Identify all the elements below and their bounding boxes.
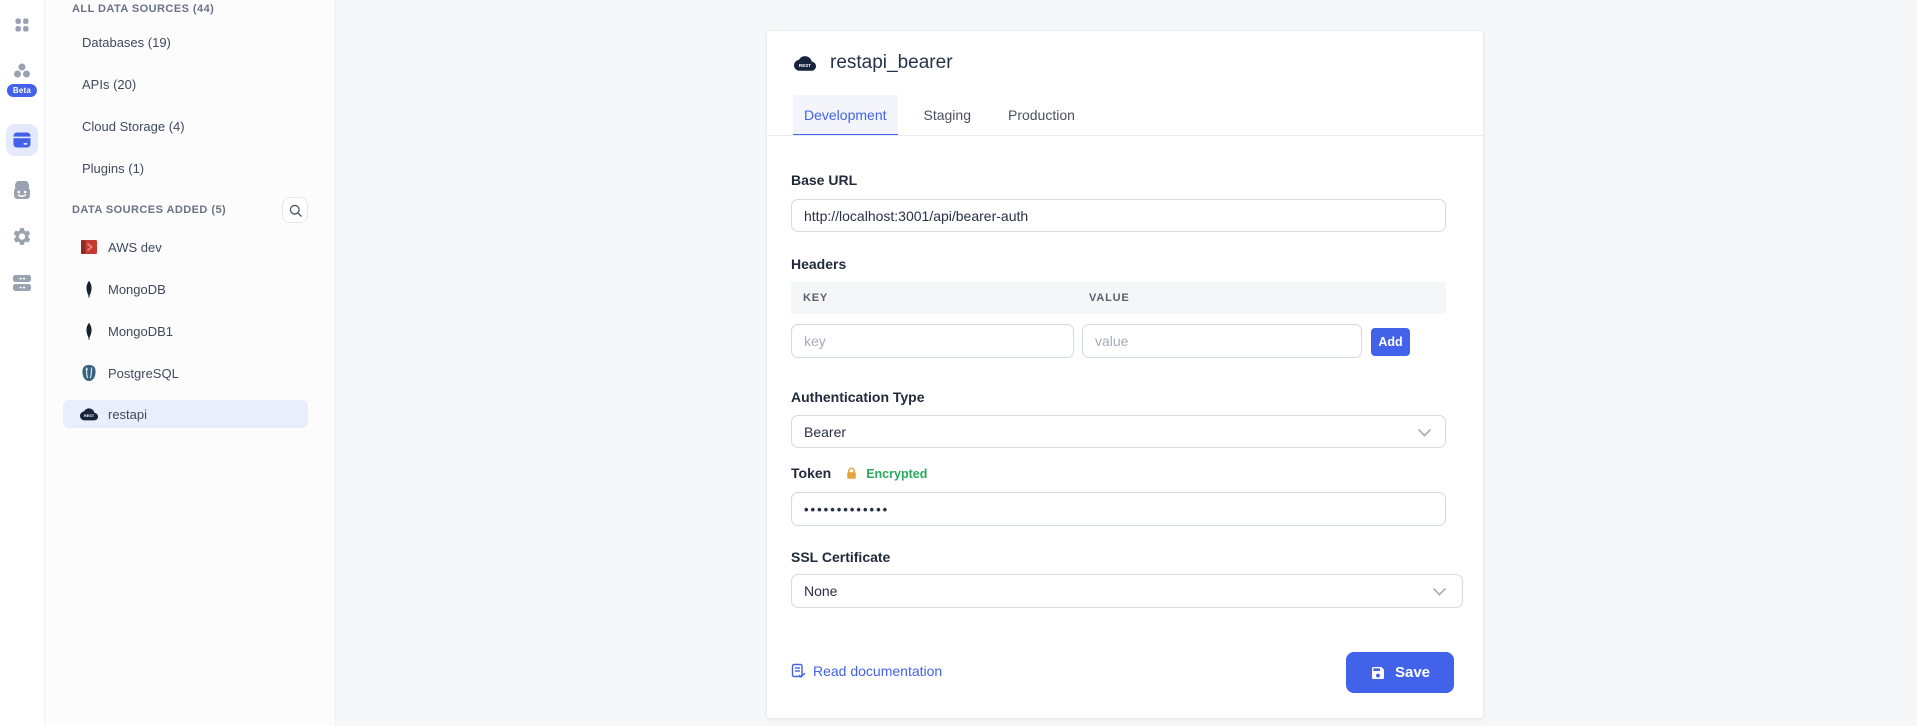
auth-type-label: Authentication Type	[791, 389, 925, 406]
chevron-down-icon	[1418, 424, 1431, 440]
datasource-label: MongoDB	[108, 282, 166, 297]
ssl-certificate-select[interactable]: None	[791, 574, 1463, 608]
mongodb-icon	[80, 280, 98, 298]
data-sources-added-header: DATA SOURCES ADDED (5)	[72, 203, 226, 217]
datasource-label: PostgreSQL	[108, 366, 179, 381]
headers-table-head: KEY VALUE	[791, 282, 1446, 314]
lock-icon	[845, 467, 858, 480]
datasource-item-postgresql[interactable]: PostgreSQL	[63, 359, 308, 387]
tabs-divider	[767, 135, 1483, 136]
datasource-label: AWS dev	[108, 240, 162, 255]
svg-text:REST: REST	[84, 414, 95, 418]
read-documentation-link[interactable]: Read documentation	[791, 663, 942, 679]
datasource-item-aws-dev[interactable]: AWS dev	[63, 233, 308, 261]
value-column-header: VALUE	[1089, 292, 1129, 304]
mongodb-icon	[80, 322, 98, 340]
encrypted-badge: Encrypted	[866, 467, 927, 481]
headers-label: Headers	[791, 256, 846, 273]
auth-type-value: Bearer	[804, 424, 846, 440]
auth-type-select[interactable]: Bearer	[791, 415, 1446, 448]
datasource-item-restapi[interactable]: REST restapi	[63, 400, 308, 428]
tab-development[interactable]: Development	[793, 95, 898, 136]
datasource-label: restapi	[108, 407, 147, 422]
datasource-item-mongodb[interactable]: MongoDB	[63, 275, 308, 303]
header-key-input[interactable]	[791, 324, 1074, 358]
card-header: REST restapi_bearer	[794, 50, 953, 76]
base-url-label: Base URL	[791, 172, 857, 189]
tab-staging[interactable]: Staging	[913, 95, 982, 136]
ssl-certificate-value: None	[804, 583, 837, 599]
add-header-button[interactable]: Add	[1371, 328, 1410, 356]
tab-production[interactable]: Production	[997, 95, 1086, 136]
settings-gear-icon[interactable]	[12, 226, 33, 247]
apps-grid-icon[interactable]	[14, 17, 30, 33]
sidebar-item-cloud-storage[interactable]: Cloud Storage (4)	[82, 117, 185, 137]
sidebar-item-plugins[interactable]: Plugins (1)	[82, 159, 144, 179]
datasource-label: MongoDB1	[108, 324, 173, 339]
sidebar-item-apis[interactable]: APIs (20)	[82, 75, 136, 95]
datasource-wallet-icon	[13, 132, 31, 148]
support-robot-icon[interactable]	[12, 181, 33, 200]
token-input[interactable]	[791, 492, 1446, 526]
header-value-input[interactable]	[1082, 324, 1362, 358]
datasource-config-card: REST restapi_bearer Development Staging …	[766, 30, 1484, 719]
icon-rail: Beta	[0, 0, 45, 726]
page-title: restapi_bearer	[830, 52, 953, 74]
base-url-input[interactable]	[791, 199, 1446, 232]
postgresql-icon	[80, 364, 98, 382]
save-button-label: Save	[1395, 664, 1430, 681]
document-check-icon	[791, 663, 806, 679]
datasources-sidebar: ALL DATA SOURCES (44) Databases (19) API…	[45, 0, 336, 726]
rest-cloud-icon: REST	[794, 55, 816, 71]
save-button[interactable]: Save	[1346, 652, 1454, 693]
environment-tabs: Development Staging Production	[793, 95, 1101, 136]
ssl-certificate-label: SSL Certificate	[791, 549, 890, 566]
token-label: Token	[791, 465, 831, 482]
rest-cloud-icon: REST	[80, 405, 98, 423]
data-server-icon[interactable]	[12, 273, 33, 293]
doc-link-label: Read documentation	[813, 663, 942, 679]
search-icon	[288, 203, 303, 218]
aws-icon	[80, 238, 98, 256]
save-floppy-icon	[1370, 665, 1386, 681]
beta-badge: Beta	[7, 84, 37, 97]
all-data-sources-header: ALL DATA SOURCES (44)	[72, 2, 214, 16]
search-datasources-button[interactable]	[282, 197, 308, 223]
svg-text:REST: REST	[799, 63, 811, 68]
datasource-item-mongodb1[interactable]: MongoDB1	[63, 317, 308, 345]
workspace-cluster-icon[interactable]	[13, 62, 32, 79]
chevron-down-icon	[1433, 583, 1446, 599]
datasources-nav-active[interactable]	[6, 124, 38, 156]
token-label-row: Token Encrypted	[791, 465, 927, 482]
key-column-header: KEY	[803, 292, 828, 304]
sidebar-item-databases[interactable]: Databases (19)	[82, 33, 171, 53]
